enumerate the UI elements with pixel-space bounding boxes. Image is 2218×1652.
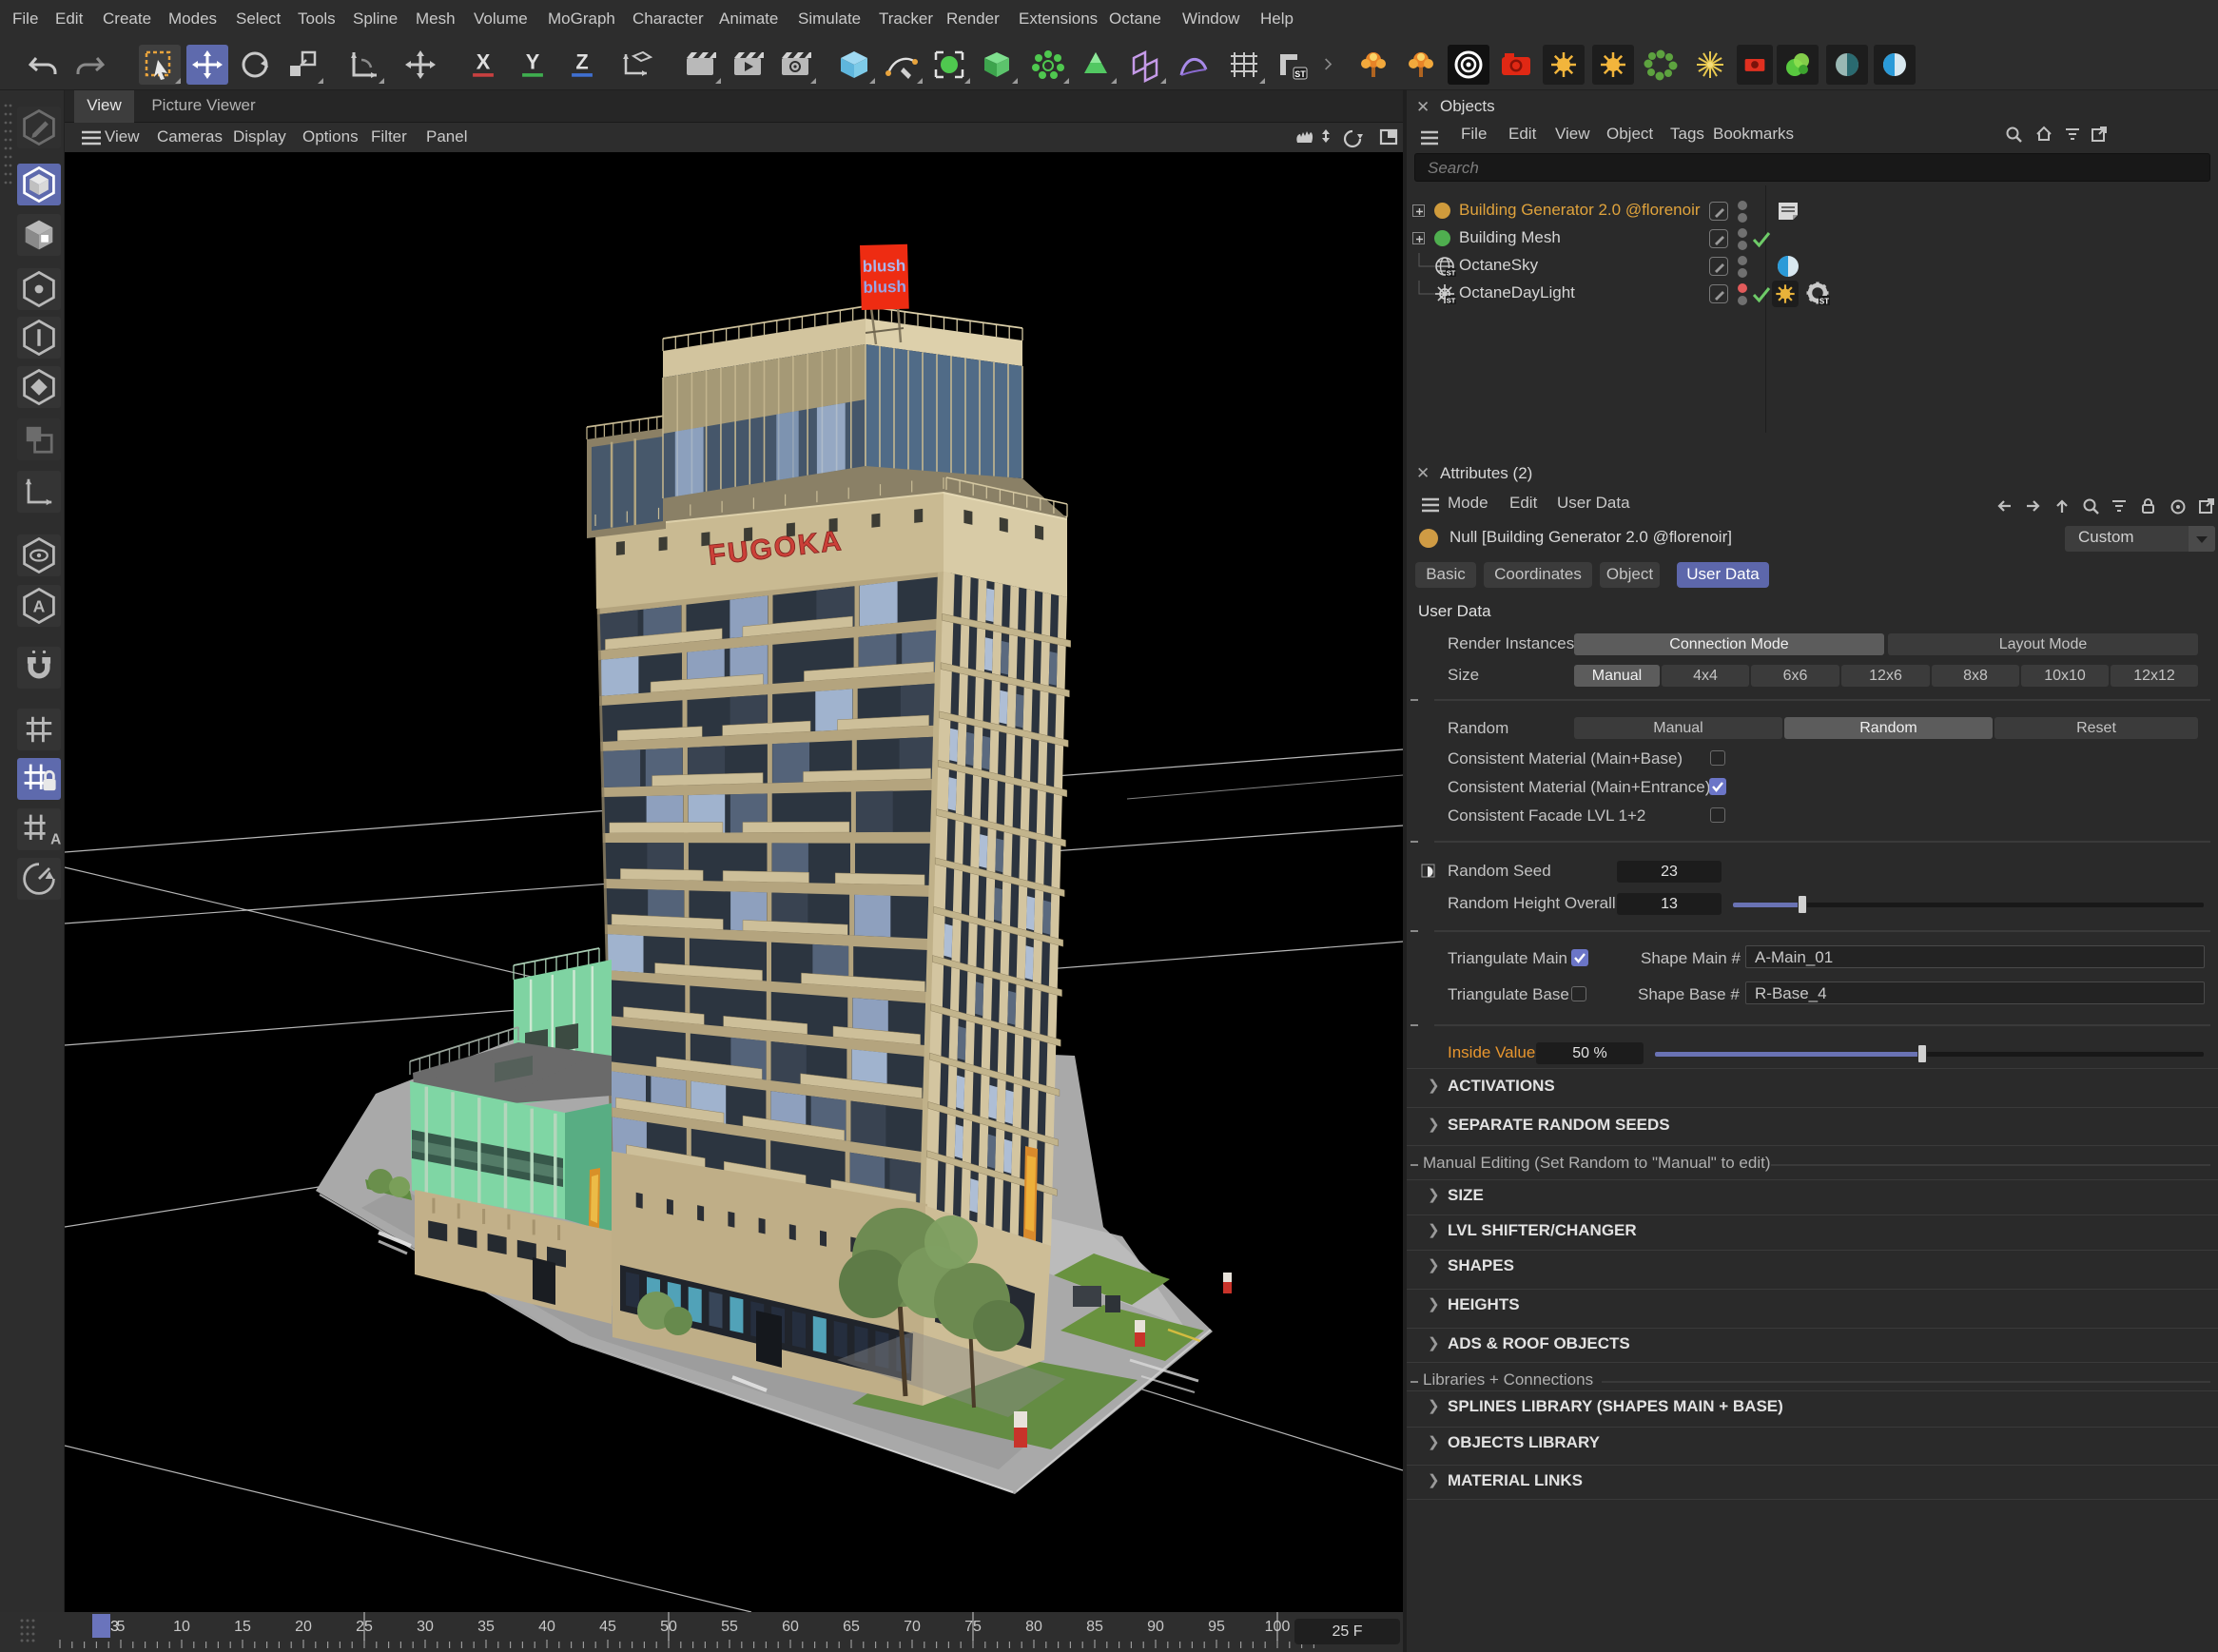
svg-text:45: 45 — [599, 1619, 616, 1635]
svg-text:60: 60 — [782, 1619, 799, 1635]
svg-text:ST: ST — [1819, 298, 1829, 306]
svg-text:Z: Z — [575, 50, 588, 74]
svg-text:90: 90 — [1147, 1619, 1164, 1635]
svg-text:80: 80 — [1025, 1619, 1042, 1635]
svg-text:15: 15 — [234, 1619, 251, 1635]
svg-text:20: 20 — [295, 1619, 312, 1635]
svg-text:95: 95 — [1208, 1619, 1225, 1635]
svg-text:ST: ST — [1447, 269, 1456, 278]
svg-text:55: 55 — [721, 1619, 738, 1635]
svg-text:30: 30 — [417, 1619, 434, 1635]
svg-text:X: X — [477, 50, 491, 74]
svg-text:3: 3 — [110, 1619, 119, 1635]
svg-text:85: 85 — [1086, 1619, 1103, 1635]
svg-text:A: A — [50, 831, 61, 847]
svg-text:blush: blush — [863, 278, 906, 297]
svg-text:Y: Y — [526, 50, 540, 74]
svg-text:ST: ST — [1447, 297, 1456, 305]
svg-text:ST: ST — [1294, 69, 1306, 79]
svg-text:A: A — [33, 597, 46, 616]
svg-text:blush: blush — [863, 257, 906, 276]
svg-text:35: 35 — [477, 1619, 495, 1635]
svg-text:40: 40 — [538, 1619, 555, 1635]
svg-text:10: 10 — [173, 1619, 190, 1635]
svg-text:70: 70 — [904, 1619, 921, 1635]
svg-text:65: 65 — [843, 1619, 860, 1635]
